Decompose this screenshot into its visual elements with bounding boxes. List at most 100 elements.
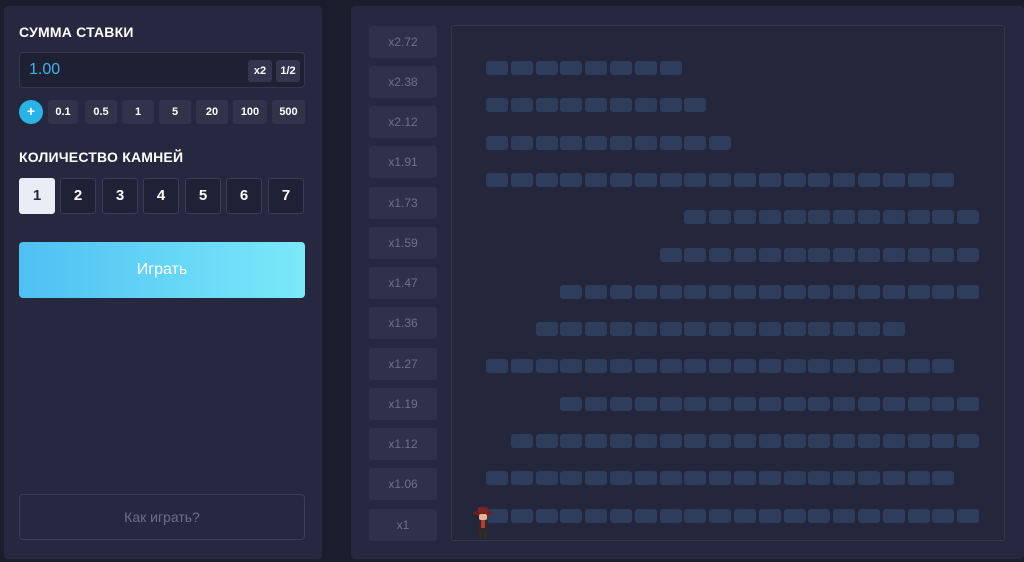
- stone-cell[interactable]: [957, 396, 980, 411]
- stone-cell[interactable]: [585, 98, 608, 113]
- stone-cell[interactable]: [634, 322, 657, 337]
- stone-cell[interactable]: [560, 61, 583, 75]
- stone-cell[interactable]: [907, 396, 930, 411]
- stone-cell[interactable]: [882, 359, 905, 374]
- stone-cell[interactable]: [684, 508, 707, 523]
- stone-cell[interactable]: [585, 396, 608, 411]
- stone-cell[interactable]: [510, 98, 533, 113]
- stone-cell[interactable]: [758, 359, 781, 374]
- stone-cell[interactable]: [585, 359, 608, 374]
- stone-cell[interactable]: [709, 247, 732, 262]
- stone-cell[interactable]: [610, 322, 632, 337]
- stone-cell[interactable]: [833, 359, 856, 374]
- stone-cell[interactable]: [808, 508, 831, 523]
- stone-cell[interactable]: [610, 359, 632, 374]
- stone-cell[interactable]: [659, 284, 682, 299]
- stone-cell[interactable]: [882, 434, 905, 448]
- stone-cell[interactable]: [783, 172, 806, 187]
- stone-cell[interactable]: [833, 210, 856, 225]
- stone-cell[interactable]: [783, 284, 806, 299]
- stone-count-option[interactable]: 7: [268, 178, 304, 214]
- stone-cell[interactable]: [932, 471, 955, 486]
- chip-button[interactable]: 20: [196, 100, 228, 124]
- stone-cell[interactable]: [684, 359, 707, 374]
- stone-cell[interactable]: [535, 172, 558, 187]
- stone-cell[interactable]: [709, 135, 732, 150]
- stone-cell[interactable]: [585, 471, 608, 486]
- stone-cell[interactable]: [486, 471, 508, 486]
- stone-cell[interactable]: [585, 135, 608, 150]
- stone-cell[interactable]: [560, 508, 583, 523]
- stone-cell[interactable]: [734, 210, 756, 225]
- stone-cell[interactable]: [932, 359, 955, 374]
- stone-cell[interactable]: [585, 434, 608, 448]
- stone-cell[interactable]: [758, 434, 781, 448]
- stone-cell[interactable]: [535, 359, 558, 374]
- stone-cell[interactable]: [684, 247, 707, 262]
- stone-cell[interactable]: [610, 98, 632, 113]
- stone-cell[interactable]: [585, 508, 608, 523]
- stone-cell[interactable]: [585, 172, 608, 187]
- stone-cell[interactable]: [709, 508, 732, 523]
- stone-cell[interactable]: [882, 284, 905, 299]
- stone-count-option[interactable]: 1: [19, 178, 55, 214]
- stone-cell[interactable]: [709, 359, 732, 374]
- stone-cell[interactable]: [486, 98, 508, 113]
- stone-cell[interactable]: [560, 322, 583, 337]
- stone-cell[interactable]: [659, 471, 682, 486]
- stone-cell[interactable]: [907, 210, 930, 225]
- stone-cell[interactable]: [634, 135, 657, 150]
- stone-cell[interactable]: [535, 508, 558, 523]
- stone-cell[interactable]: [758, 396, 781, 411]
- stone-cell[interactable]: [734, 359, 756, 374]
- stone-cell[interactable]: [510, 172, 533, 187]
- stone-cell[interactable]: [560, 135, 583, 150]
- how-to-play-button[interactable]: Как играть?: [19, 494, 305, 540]
- stone-cell[interactable]: [734, 322, 756, 337]
- stone-cell[interactable]: [634, 98, 657, 113]
- stone-cell[interactable]: [659, 172, 682, 187]
- stone-cell[interactable]: [858, 508, 880, 523]
- stone-cell[interactable]: [535, 135, 558, 150]
- stone-cell[interactable]: [758, 471, 781, 486]
- stone-cell[interactable]: [709, 172, 732, 187]
- stone-cell[interactable]: [957, 210, 980, 225]
- stone-cell[interactable]: [560, 396, 583, 411]
- stone-cell[interactable]: [882, 471, 905, 486]
- stone-cell[interactable]: [858, 322, 880, 337]
- stone-cell[interactable]: [758, 247, 781, 262]
- stone-cell[interactable]: [560, 284, 583, 299]
- stone-cell[interactable]: [808, 210, 831, 225]
- stone-cell[interactable]: [610, 284, 632, 299]
- stone-cell[interactable]: [808, 247, 831, 262]
- stone-cell[interactable]: [535, 322, 558, 337]
- stone-cell[interactable]: [610, 135, 632, 150]
- chip-button[interactable]: 500: [272, 100, 305, 124]
- stone-cell[interactable]: [659, 135, 682, 150]
- stone-cell[interactable]: [610, 61, 632, 75]
- chip-button[interactable]: 100: [233, 100, 267, 124]
- stone-cell[interactable]: [808, 434, 831, 448]
- stone-cell[interactable]: [535, 98, 558, 113]
- stone-cell[interactable]: [808, 471, 831, 486]
- stone-cell[interactable]: [783, 210, 806, 225]
- stone-cell[interactable]: [659, 359, 682, 374]
- stone-cell[interactable]: [585, 284, 608, 299]
- stone-cell[interactable]: [758, 508, 781, 523]
- stone-cell[interactable]: [709, 322, 732, 337]
- stone-cell[interactable]: [634, 508, 657, 523]
- stone-cell[interactable]: [808, 284, 831, 299]
- stone-cell[interactable]: [758, 284, 781, 299]
- stone-cell[interactable]: [882, 396, 905, 411]
- stone-cell[interactable]: [783, 359, 806, 374]
- stone-cell[interactable]: [858, 396, 880, 411]
- stone-cell[interactable]: [684, 471, 707, 486]
- stone-cell[interactable]: [882, 172, 905, 187]
- stone-count-option[interactable]: 2: [60, 178, 96, 214]
- stone-cell[interactable]: [634, 434, 657, 448]
- stone-cell[interactable]: [734, 434, 756, 448]
- play-button[interactable]: Играть: [19, 242, 305, 298]
- stone-cell[interactable]: [758, 322, 781, 337]
- stone-cell[interactable]: [932, 508, 955, 523]
- stone-cell[interactable]: [808, 322, 831, 337]
